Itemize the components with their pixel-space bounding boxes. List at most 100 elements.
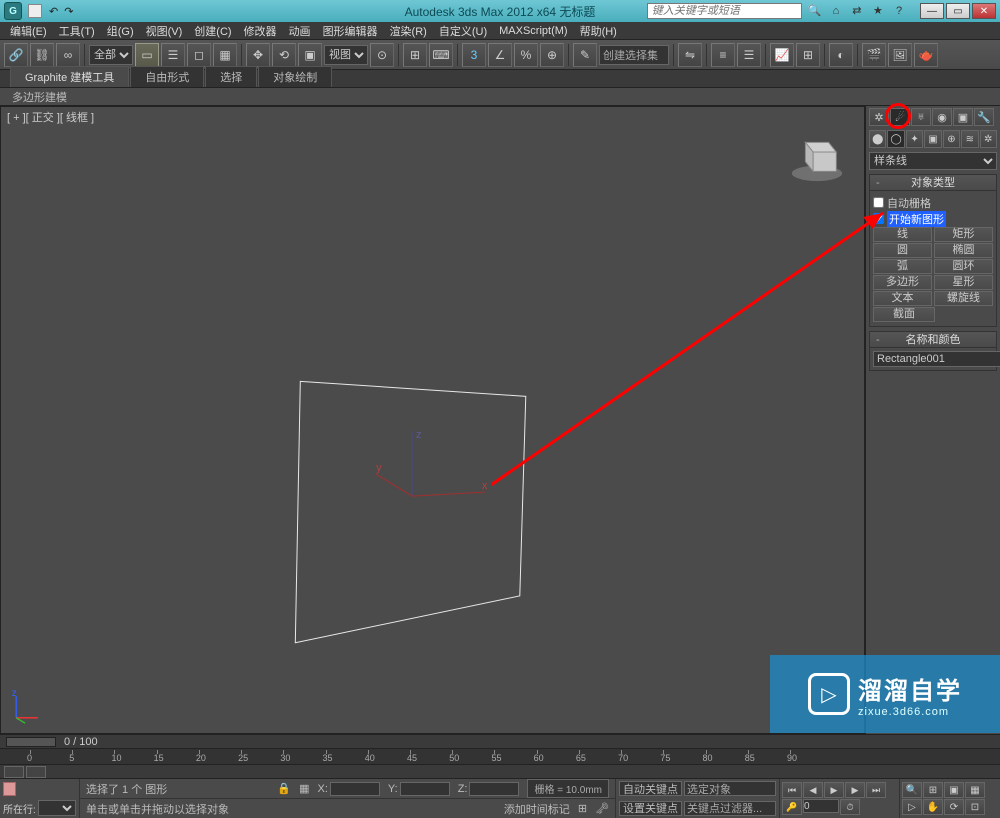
panel-create-icon[interactable]: ✲ [869,108,889,126]
zoom-icon[interactable]: 🔍 [902,782,922,798]
current-frame-input[interactable] [803,799,839,813]
manipulate-icon[interactable]: ⊞ [403,43,427,67]
edit-selset-icon[interactable]: ✎ [573,43,597,67]
scale-icon[interactable]: ▣ [298,43,322,67]
key-icon[interactable]: 🗝 [595,802,609,815]
menu-group[interactable]: 组(G) [101,22,140,40]
x-coord-input[interactable] [330,782,380,796]
rotate-icon[interactable]: ⟲ [272,43,296,67]
maximize-viewport-icon[interactable]: ⊡ [965,799,985,815]
tab-graphite[interactable]: Graphite 建模工具 [10,66,129,87]
help-icon[interactable]: ? [892,4,906,18]
render-icon[interactable]: 🫖 [914,43,938,67]
menu-modifiers[interactable]: 修改器 [238,22,283,40]
search-icon[interactable]: 🔍 [808,4,822,18]
select-name-icon[interactable]: ☰ [161,43,185,67]
y-coord-input[interactable] [400,782,450,796]
zoom-extents-all-icon[interactable]: ▦ [965,782,985,798]
time-slider[interactable] [6,737,56,747]
mini-curve-editor-icon[interactable] [4,766,24,778]
rollout-objtype-header[interactable]: 对象类型 [870,175,996,191]
qat-undo-icon[interactable]: ↶ [49,5,58,18]
panel-modify-icon[interactable]: ☄ [890,108,910,126]
goto-start-icon[interactable]: ⏮ [782,782,802,798]
panel-hierarchy-icon[interactable]: ♅ [911,108,931,126]
startshape-checkbox[interactable] [873,213,884,224]
select-region-icon[interactable]: ◻ [187,43,211,67]
prev-frame-icon[interactable]: ◀ [803,782,823,798]
btn-star[interactable]: 星形 [934,275,993,290]
menu-edit[interactable]: 编辑(E) [4,22,53,40]
pivot-icon[interactable]: ⊙ [370,43,394,67]
btn-text[interactable]: 文本 [873,291,932,306]
mirror-icon[interactable]: ⇋ [678,43,702,67]
panel-motion-icon[interactable]: ◉ [932,108,952,126]
next-frame-icon[interactable]: ▶ [845,782,865,798]
spinner-snap-icon[interactable]: ⊕ [540,43,564,67]
btn-section[interactable]: 截面 [873,307,935,322]
ref-coord-select[interactable]: 视图 [324,45,368,65]
timeline-filter-icon[interactable] [26,766,46,778]
tab-freeform[interactable]: 自由形式 [130,66,204,87]
isolate-icon[interactable]: ▦ [299,782,309,795]
menu-customize[interactable]: 自定义(U) [433,22,493,40]
zoom-all-icon[interactable]: ⊞ [923,782,943,798]
link-icon[interactable]: 🔗 [4,43,28,67]
trackbar[interactable]: 0 / 100 [0,734,1000,748]
play-icon[interactable]: ▶ [824,782,844,798]
cat-geometry-icon[interactable]: ⬤ [869,130,886,148]
cat-systems-icon[interactable]: ✲ [980,130,997,148]
timeline-ruler[interactable]: 051015202530354045505560657075808590 [0,748,1000,764]
cat-spacewarps-icon[interactable]: ≋ [961,130,978,148]
layers-icon[interactable]: ☰ [737,43,761,67]
shape-category-select[interactable]: 样条线 [869,152,997,170]
menu-maxscript[interactable]: MAXScript(M) [493,24,573,38]
named-selset-input[interactable] [599,45,669,65]
menu-tools[interactable]: 工具(T) [53,22,101,40]
btn-circle[interactable]: 圆 [873,243,932,258]
cat-shapes-icon[interactable]: ◯ [887,130,904,148]
unlink-icon[interactable]: ⛓ [30,43,54,67]
time-config-icon[interactable]: ⏱ [840,799,860,815]
panel-display-icon[interactable]: ▣ [953,108,973,126]
object-name-input[interactable] [873,351,1000,367]
keyboard-shortcut-icon[interactable]: ⌨ [429,43,453,67]
time-tag-button[interactable]: 添加时间标记 [504,801,570,817]
btn-ngon[interactable]: 多边形 [873,275,932,290]
selection-filter-select[interactable]: 全部 [89,45,133,65]
doc-icon[interactable] [28,4,42,18]
menu-help[interactable]: 帮助(H) [574,22,623,40]
comm-center-icon[interactable]: ⊞ [578,802,587,815]
cat-cameras-icon[interactable]: ▣ [924,130,941,148]
orbit-icon[interactable]: ⟳ [944,799,964,815]
keyfilter-button[interactable]: 关键点过滤器... [684,801,776,816]
subscription-icon[interactable]: ⌂ [829,4,843,18]
bind-icon[interactable]: ∞ [56,43,80,67]
btn-donut[interactable]: 圆环 [934,259,993,274]
fov-icon[interactable]: ▷ [902,799,922,815]
btn-rectangle[interactable]: 矩形 [934,227,993,242]
keyfilter-selset[interactable]: 选定对象 [684,781,776,796]
angle-snap-icon[interactable]: ∠ [488,43,512,67]
cat-helpers-icon[interactable]: ⊕ [943,130,960,148]
help-search-input[interactable] [647,3,802,19]
window-crossing-icon[interactable]: ▦ [213,43,237,67]
curve-editor-icon[interactable]: 📈 [770,43,794,67]
btn-helix[interactable]: 螺旋线 [934,291,993,306]
close-button[interactable]: ✕ [972,3,996,19]
render-setup-icon[interactable]: 🎬 [862,43,886,67]
move-icon[interactable]: ✥ [246,43,270,67]
schematic-icon[interactable]: ⊞ [796,43,820,67]
autogrid-checkbox[interactable] [873,197,884,208]
autokey-button[interactable]: 自动关键点 [619,781,682,796]
ribbon-polymodel-label[interactable]: 多边形建模 [12,89,67,105]
material-editor-icon[interactable]: ◐ [829,43,853,67]
zoom-extents-icon[interactable]: ▣ [944,782,964,798]
menu-animation[interactable]: 动画 [283,22,317,40]
menu-rendering[interactable]: 渲染(R) [384,22,433,40]
z-coord-input[interactable] [469,782,519,796]
cat-lights-icon[interactable]: ✦ [906,130,923,148]
menu-grapheditors[interactable]: 图形编辑器 [317,22,384,40]
rollout-namecolor-header[interactable]: 名称和颜色 [870,332,996,348]
tab-selection[interactable]: 选择 [205,66,257,87]
